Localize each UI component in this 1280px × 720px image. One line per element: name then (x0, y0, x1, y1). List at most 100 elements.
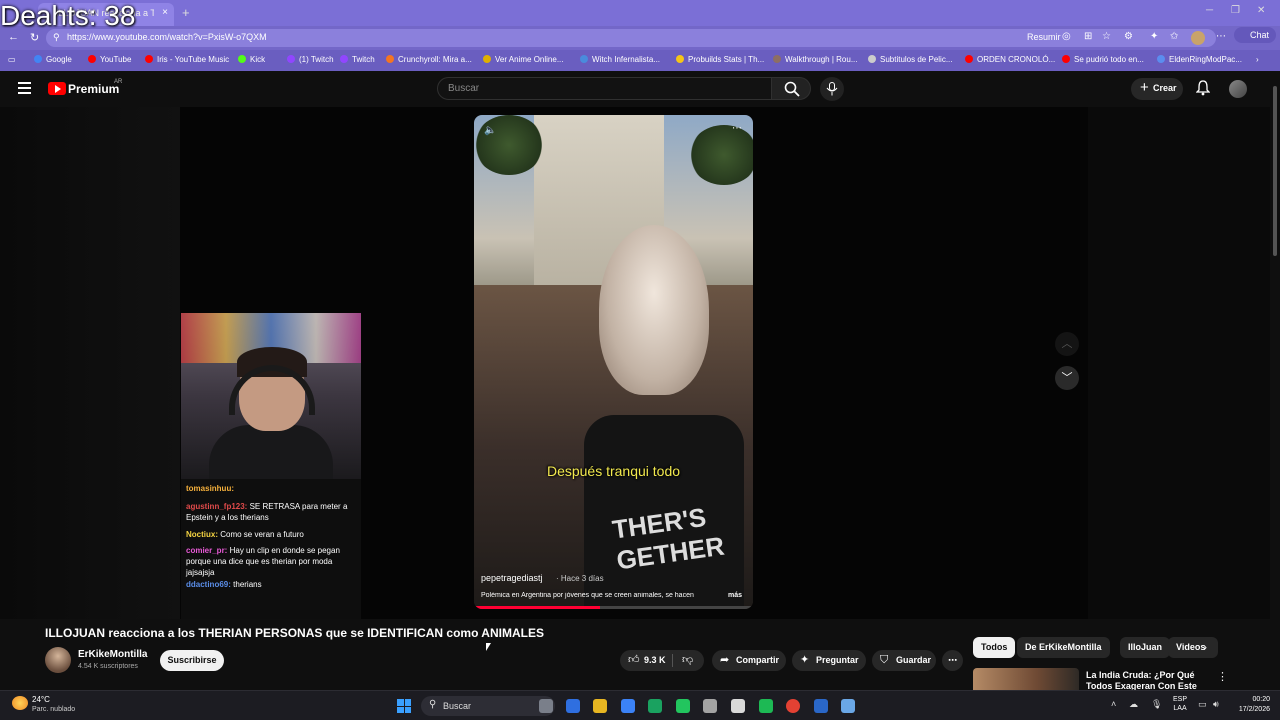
notifications-bell-icon[interactable] (1196, 80, 1210, 96)
filter-chip[interactable]: De ErKikeMontilla (1017, 637, 1110, 658)
taskbar-app-icon[interactable] (648, 699, 662, 713)
network-icon[interactable]: ▭ (1198, 699, 1207, 710)
reload-icon[interactable]: ↻ (30, 31, 39, 44)
save-button[interactable]: ⛉ Guardar (872, 650, 936, 671)
bookmark-item[interactable]: Se pudrió todo en... (1062, 55, 1144, 64)
tray-overflow-icon[interactable]: ˄ (1111, 699, 1116, 709)
menu-hamburger-icon[interactable] (18, 82, 31, 97)
filter-chip[interactable]: Videos (1168, 637, 1218, 658)
volume-icon[interactable]: 🔊︎ (1213, 699, 1219, 710)
create-button[interactable]: + Crear (1131, 78, 1183, 100)
bookmark-item[interactable]: Google (34, 55, 72, 64)
favorite-star-icon[interactable]: ☆ (1102, 31, 1111, 42)
close-window-icon[interactable]: ✕ (1257, 5, 1265, 16)
chevron-right-icon[interactable]: › (1203, 640, 1207, 654)
restore-icon[interactable]: ❐ (1231, 5, 1240, 16)
url-field[interactable]: ⚲ https://www.youtube.com/watch?v=PxisW-… (46, 29, 1226, 47)
scrollbar-thumb[interactable] (1273, 86, 1277, 256)
taskbar-app-icon[interactable] (759, 699, 773, 713)
taskbar-app-icon[interactable] (786, 699, 800, 713)
like-icon[interactable]: 👍︎ (628, 650, 640, 671)
bookmarks-menu-icon[interactable]: ▭ (8, 55, 16, 64)
summarize-button[interactable]: Resumir (1027, 32, 1061, 42)
filter-chip[interactable]: IlloJuan (1120, 637, 1171, 658)
minimize-icon[interactable]: ─ (1206, 5, 1213, 16)
more-actions-button[interactable]: ⋯ (942, 650, 963, 671)
video-player[interactable]: THER'S GETHER 🔈 ⋯ Después tranqui todo p… (0, 107, 1270, 619)
back-icon[interactable]: ← (8, 31, 19, 43)
extensions-icon[interactable]: ⚙ (1124, 31, 1133, 42)
bookmarks-overflow-icon[interactable]: › (1256, 55, 1259, 64)
copilot-icon[interactable]: ◎ (1062, 31, 1071, 42)
windows-start-icon[interactable] (397, 699, 411, 713)
system-clock[interactable]: 00:20 17/2/2026 (1230, 695, 1270, 715)
input-language[interactable]: ESP LAA (1173, 695, 1187, 713)
taskbar-app-icon[interactable] (621, 699, 635, 713)
taskbar-app-icon[interactable] (566, 699, 580, 713)
taskbar-search[interactable]: ⚲ Buscar (421, 696, 555, 716)
short-more-icon[interactable]: ⋯ (732, 123, 742, 134)
bookmark-item[interactable]: Walkthrough | Rou... (773, 55, 857, 64)
ask-button[interactable]: ✦ Preguntar (792, 650, 866, 671)
extension-puzzle-icon[interactable]: ✦ (1150, 31, 1158, 42)
more-options-icon[interactable]: ⋯ (1216, 31, 1226, 42)
onedrive-icon[interactable]: ☁ (1129, 699, 1138, 710)
recommended-video-thumbnail[interactable] (973, 668, 1079, 690)
copilot-chat-button[interactable]: Chat (1234, 27, 1276, 43)
taskbar-app-icon[interactable] (841, 699, 855, 713)
weather-sun-icon[interactable] (12, 696, 28, 710)
recommended-more-icon[interactable]: ⋮ (1217, 670, 1228, 683)
bookmark-item[interactable]: YouTube (88, 55, 131, 64)
bookmark-item[interactable]: Ver Anime Online... (483, 55, 563, 64)
site-info-icon[interactable]: ⚲ (53, 32, 60, 43)
weather-description[interactable]: Parc. nublado (32, 706, 75, 713)
short-progress-bar[interactable] (474, 606, 753, 609)
taskbar-app-icon[interactable] (814, 699, 828, 713)
bookmark-item[interactable]: ORDEN CRONOLÓ... (965, 55, 1055, 64)
bookmark-label: EldenRingModPac... (1169, 55, 1242, 64)
bookmark-item[interactable]: EldenRingModPac... (1157, 55, 1242, 64)
favorites-icon[interactable]: ✩ (1170, 31, 1178, 42)
app-available-icon[interactable]: ⊞ (1084, 31, 1092, 42)
short-channel-name[interactable]: pepetragediastj (481, 573, 543, 583)
youtube-logo-icon[interactable] (48, 82, 66, 95)
like-dislike-group: 👍︎ 9.3 K 👎︎ (620, 650, 704, 671)
bookmark-item[interactable]: (1) Twitch (287, 55, 334, 64)
bookmark-item[interactable]: Witch Infernalista... (580, 55, 660, 64)
share-button[interactable]: ➦ Compartir (712, 650, 786, 671)
weather-temperature[interactable]: 24°C (32, 695, 50, 704)
taskbar-app-icon[interactable] (539, 699, 553, 713)
like-count[interactable]: 9.3 K (644, 650, 666, 671)
subscribe-button[interactable]: Suscribirse (160, 650, 224, 671)
recommended-video-title[interactable]: La India Cruda: ¿Por Qué Todos Exageran … (1086, 670, 1216, 690)
bookmark-item[interactable]: Crunchyroll: Mira a... (386, 55, 472, 64)
profile-avatar-icon[interactable] (1191, 31, 1205, 45)
taskbar-app-icon[interactable] (731, 699, 745, 713)
bookmark-item[interactable]: Probuilds Stats | Th... (676, 55, 764, 64)
youtube-premium-label[interactable]: Premium (68, 82, 119, 96)
search-button[interactable] (771, 77, 811, 100)
previous-short-button[interactable]: ︿ (1055, 332, 1079, 356)
short-more-link[interactable]: más (728, 592, 742, 599)
mute-icon[interactable]: 🔈 (484, 125, 496, 136)
filter-chip[interactable]: Todos (973, 637, 1016, 658)
channel-name[interactable]: ErKikeMontilla (78, 649, 147, 660)
next-short-button[interactable]: ﹀ (1055, 366, 1079, 390)
channel-avatar[interactable] (45, 647, 71, 673)
taskbar-app-icon[interactable] (593, 699, 607, 713)
search-input[interactable]: Buscar (437, 77, 772, 100)
voice-search-button[interactable] (820, 77, 844, 101)
bookmark-item[interactable]: Iris - YouTube Music (145, 55, 229, 64)
tab-close-icon[interactable]: × (162, 7, 168, 18)
page-scrollbar[interactable] (1270, 71, 1280, 691)
dislike-icon[interactable]: 👎︎ (682, 650, 693, 671)
bookmark-item[interactable]: Kick (238, 55, 265, 64)
taskbar-app-icon[interactable] (676, 699, 690, 713)
new-tab-button[interactable]: + (182, 5, 190, 20)
microphone-tray-icon[interactable]: 🎙︎ (1151, 699, 1162, 710)
account-avatar[interactable] (1229, 80, 1247, 98)
bookmark-item[interactable]: Twitch (340, 55, 375, 64)
bookmark-item[interactable]: Subtitulos de Pelic... (868, 55, 952, 64)
short-video-frame[interactable]: THER'S GETHER 🔈 ⋯ Después tranqui todo p… (474, 115, 753, 609)
taskbar-app-icon[interactable] (703, 699, 717, 713)
